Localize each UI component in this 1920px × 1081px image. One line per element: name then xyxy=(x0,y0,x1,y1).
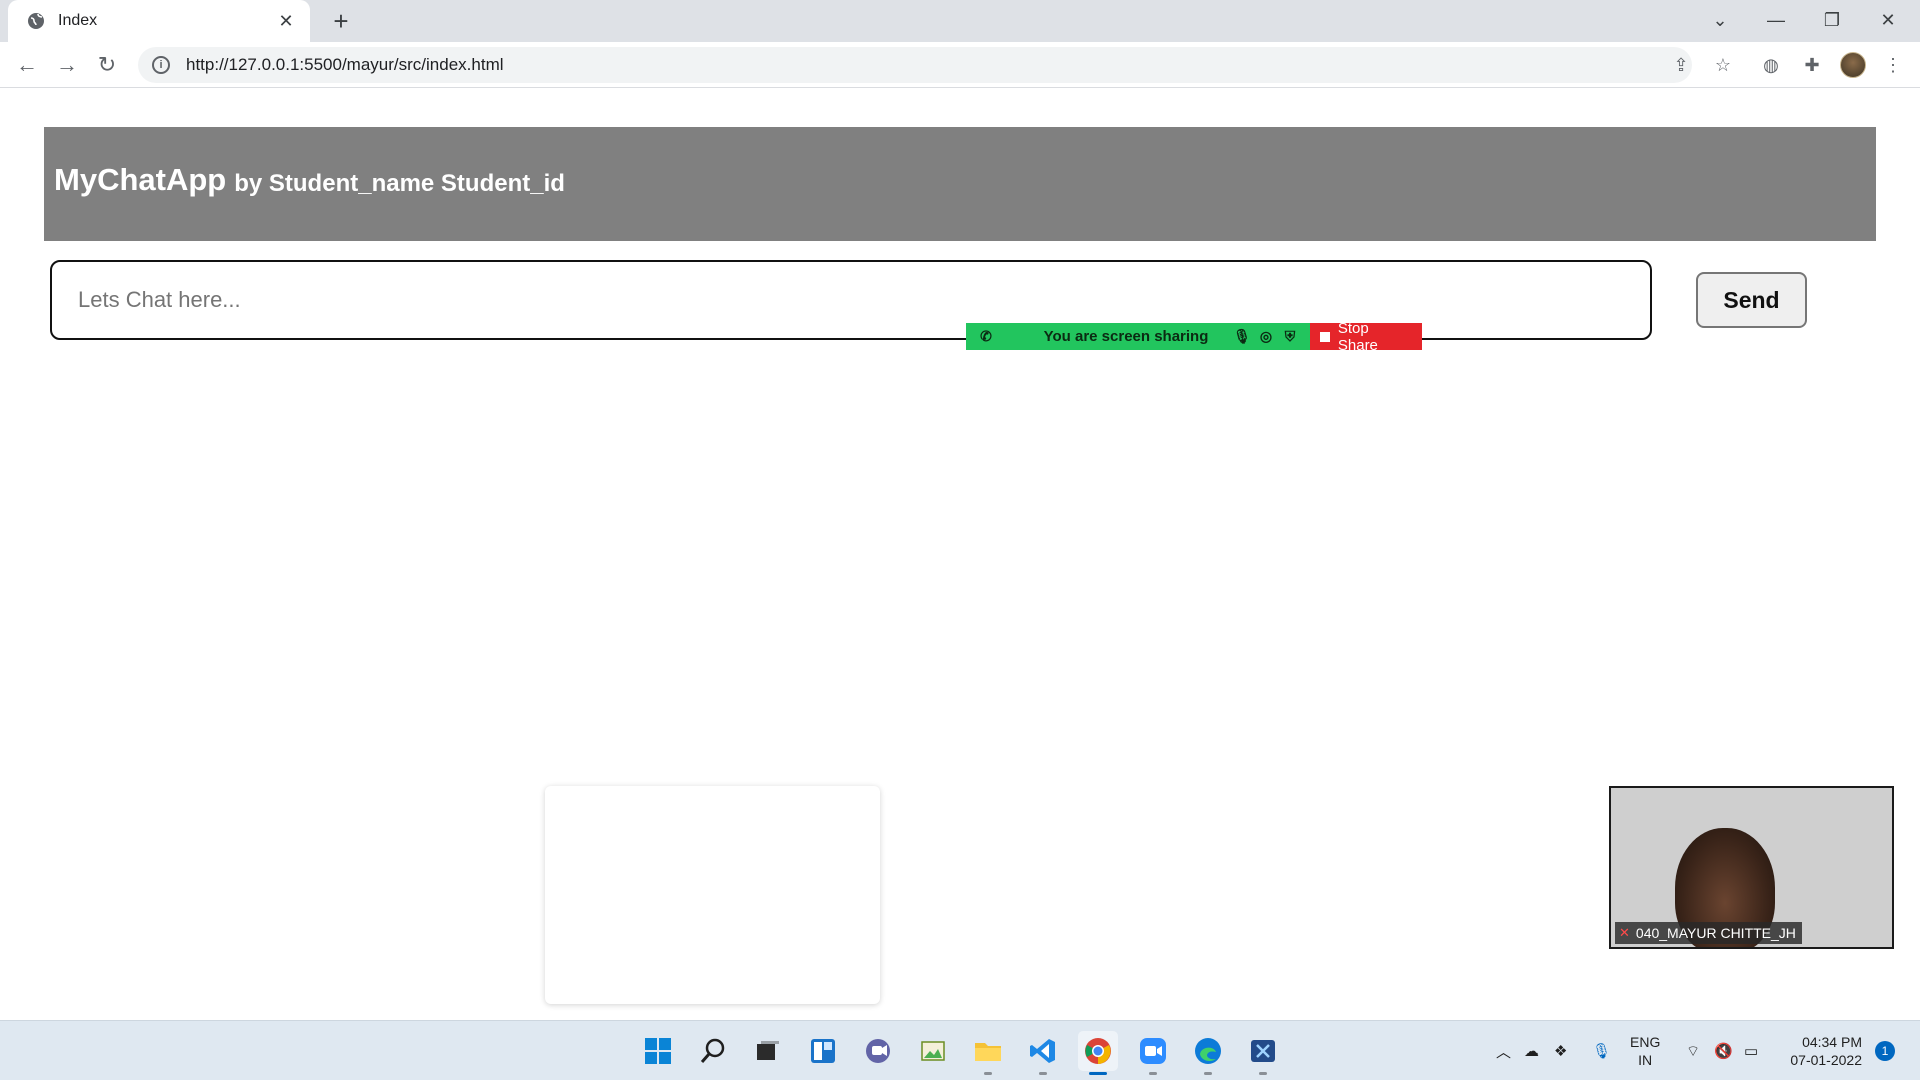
zoom-icon[interactable] xyxy=(1133,1031,1173,1075)
notification-badge[interactable]: 1 xyxy=(1875,1041,1895,1061)
taskbar: ︿ ☁ ❖ 🎙 ENG IN ⌔ 🔇 ▭ 04:34 PM 07-01-2022… xyxy=(0,1020,1920,1080)
app-header: MyChatApp by Student_name Student_id xyxy=(44,127,1876,241)
stop-share-label: Stop Share xyxy=(1337,319,1378,354)
tab-search-icon[interactable]: ⌄ xyxy=(1692,0,1748,40)
browser-tabstrip: Index ✕ + ⌄ — ❐ ✕ xyxy=(0,0,1920,42)
menu-icon[interactable]: ⋮ xyxy=(1878,50,1908,80)
wifi-icon[interactable]: ⌔ xyxy=(1686,1021,1700,1081)
puzzle-icon[interactable]: ✚ xyxy=(1797,50,1827,80)
minimize-icon[interactable]: — xyxy=(1748,0,1804,40)
clock-date: 07-01-2022 xyxy=(1790,1052,1862,1068)
show-hidden-icons-icon[interactable]: ︿ xyxy=(1496,1021,1511,1081)
participant-name: 040_MAYUR CHITTE_JH xyxy=(1635,925,1796,941)
restore-icon[interactable]: ❐ xyxy=(1804,0,1860,40)
back-icon[interactable]: ← xyxy=(12,50,42,80)
stop-share-button[interactable]: Stop Share xyxy=(1310,320,1422,354)
app-subtitle: by Student_name Student_id xyxy=(234,170,565,197)
record-icon[interactable]: ◎ xyxy=(1254,328,1278,345)
onedrive-icon[interactable]: ☁ xyxy=(1524,1021,1539,1081)
share-status-text: You are screen sharing xyxy=(1043,328,1209,345)
browser-toolbar: ← → ↻ i http://127.0.0.1:5500/mayur/src/… xyxy=(0,42,1920,88)
mute-icon[interactable]: 🎙 xyxy=(1230,328,1254,345)
paint-icon[interactable] xyxy=(913,1031,953,1071)
screen-share-bar: ✆ You are screen sharing 🎙 ◎ ⛨ Stop Shar… xyxy=(966,320,1422,354)
microphone-icon[interactable]: 🎙 xyxy=(1592,1021,1611,1081)
language-region: IN xyxy=(1638,1052,1653,1068)
blank-popup-panel xyxy=(545,786,880,1004)
tab-index[interactable]: Index ✕ xyxy=(8,0,310,42)
drag-handle-icon[interactable]: ✆ xyxy=(974,328,998,345)
search-icon[interactable] xyxy=(693,1031,733,1071)
send-button[interactable]: Send xyxy=(1696,272,1807,328)
reload-icon[interactable]: ↻ xyxy=(92,50,122,80)
extension-icon[interactable]: ◍ xyxy=(1756,50,1786,80)
star-icon[interactable]: ☆ xyxy=(1708,50,1738,80)
tab-close-icon[interactable]: ✕ xyxy=(274,11,298,32)
address-bar[interactable]: i http://127.0.0.1:5500/mayur/src/index.… xyxy=(138,47,1692,83)
url-text: http://127.0.0.1:5500/mayur/src/index.ht… xyxy=(186,55,504,74)
tab-title: Index xyxy=(58,12,98,29)
language-indicator[interactable]: ENG IN xyxy=(1630,1033,1660,1069)
volume-muted-icon[interactable]: 🔇 xyxy=(1714,1021,1733,1081)
snipping-tool-icon[interactable] xyxy=(1243,1031,1283,1075)
globe-icon xyxy=(26,11,46,31)
clock-time: 04:34 PM xyxy=(1802,1034,1862,1050)
vscode-icon[interactable] xyxy=(1023,1031,1063,1075)
language-code: ENG xyxy=(1630,1034,1661,1050)
start-icon[interactable] xyxy=(638,1031,678,1071)
file-explorer-icon[interactable] xyxy=(968,1031,1008,1075)
task-view-icon[interactable] xyxy=(748,1031,788,1071)
participant-video[interactable]: ✕ 040_MAYUR CHITTE_JH xyxy=(1609,786,1894,949)
new-tab-button[interactable]: + xyxy=(326,6,356,36)
profile-avatar[interactable] xyxy=(1838,50,1868,80)
chrome-icon[interactable] xyxy=(1078,1031,1118,1075)
participant-label: ✕ 040_MAYUR CHITTE_JH xyxy=(1615,922,1802,944)
app-title: MyChatApp xyxy=(54,162,227,197)
dropbox-icon[interactable]: ❖ xyxy=(1554,1021,1567,1081)
site-info-icon[interactable]: i xyxy=(152,56,170,74)
system-clock[interactable]: 04:34 PM 07-01-2022 xyxy=(1778,1033,1862,1069)
stop-icon xyxy=(1320,331,1330,342)
share-icon[interactable]: ⇪ xyxy=(1666,50,1696,80)
muted-mic-icon: ✕ xyxy=(1619,925,1630,940)
shield-icon[interactable]: ⛨ xyxy=(1278,328,1302,345)
teams-chat-icon[interactable] xyxy=(858,1031,898,1071)
battery-icon[interactable]: ▭ xyxy=(1744,1021,1758,1081)
forward-icon[interactable]: → xyxy=(52,50,82,80)
window-close-icon[interactable]: ✕ xyxy=(1860,0,1916,40)
edge-icon[interactable] xyxy=(1188,1031,1228,1075)
widgets-icon[interactable] xyxy=(803,1031,843,1071)
share-status[interactable]: ✆ You are screen sharing 🎙 ◎ ⛨ xyxy=(966,323,1310,350)
